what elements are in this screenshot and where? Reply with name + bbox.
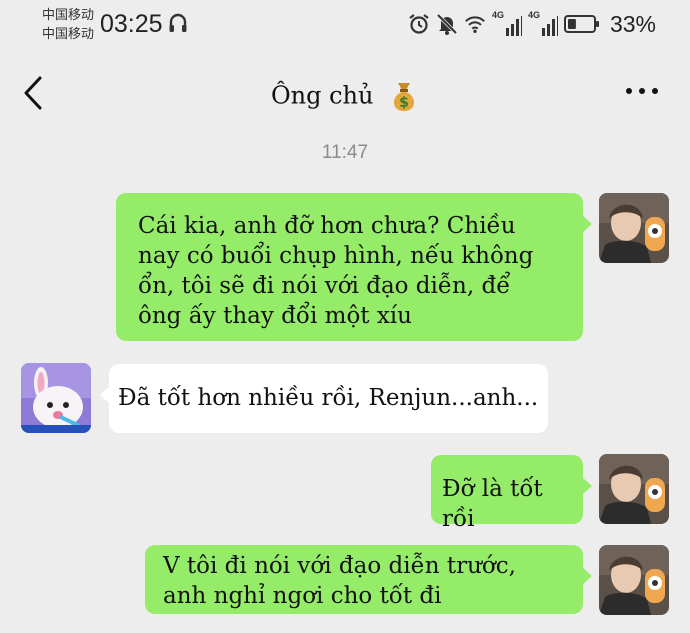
my-avatar[interactable] — [599, 545, 669, 615]
more-options-button[interactable] — [622, 78, 662, 104]
headphone-icon — [169, 13, 187, 32]
cellular-signal-2-icon: 4G — [528, 10, 558, 36]
user-avatar-image — [599, 193, 669, 263]
svg-text:$: $ — [399, 95, 409, 111]
my-avatar[interactable] — [599, 193, 669, 263]
status-bar: 中国移动 中国移动 03:25 4G 4G 33% — [0, 0, 690, 52]
outgoing-message-bubble[interactable]: V tôi đi nói với đạo diễn trước, anh ngh… — [145, 545, 592, 614]
message-timestamp: 11:47 — [321, 142, 369, 163]
status-icons: 4G 4G 33% — [408, 10, 656, 38]
message-text: Cái kia, anh đỡ hơn chưa? Chiều nay có b… — [138, 213, 534, 329]
message-text: Đỡ là tốt rồi — [442, 476, 543, 532]
cellular-signal-1-icon: 4G — [492, 10, 522, 36]
status-time: 03:25 — [100, 10, 163, 38]
incoming-message-bubble[interactable]: Đã tốt hơn nhiều rồi, Renjun...anh... — [100, 364, 548, 433]
user-avatar-image — [599, 545, 669, 615]
chat-header: Ông chủ $ — [0, 52, 690, 136]
outgoing-message-bubble[interactable]: Cái kia, anh đỡ hơn chưa? Chiều nay có b… — [116, 193, 592, 341]
alarm-icon — [409, 14, 429, 34]
chat-title-text: Ông chủ — [270, 81, 374, 110]
battery-percent: 33% — [609, 10, 656, 37]
contact-avatar-image — [21, 363, 91, 433]
my-avatar[interactable] — [599, 454, 669, 524]
chat-title: Ông chủ $ — [0, 80, 690, 114]
mute-bell-icon — [436, 13, 458, 35]
user-avatar-image — [599, 454, 669, 524]
carrier-label-1: 中国移动 — [42, 7, 95, 22]
message-text: Đã tốt hơn nhiều rồi, Renjun...anh... — [118, 385, 539, 411]
wifi-icon — [465, 16, 485, 33]
outgoing-message-bubble[interactable]: Đỡ là tốt rồi — [431, 455, 592, 532]
message-text: V tôi đi nói với đạo diễn trước, anh ngh… — [163, 553, 516, 609]
contact-avatar[interactable] — [21, 363, 91, 433]
money-bag-icon: $ — [394, 83, 415, 111]
battery-icon — [563, 15, 599, 33]
carrier-label-2: 中国移动 — [42, 26, 95, 41]
